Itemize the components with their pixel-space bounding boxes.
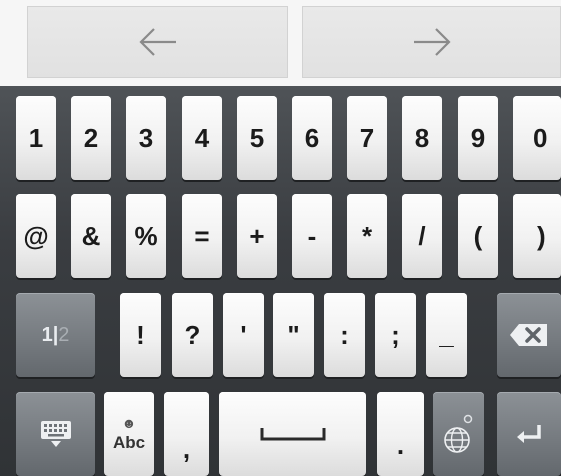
key-at[interactable]: @ [16,194,56,278]
key-period[interactable]: . [377,392,424,476]
key-apostrophe[interactable]: ' [223,293,264,377]
key-0[interactable]: 0 [513,96,561,180]
key-underscore[interactable]: _ [426,293,467,377]
keyboard-switch-button[interactable] [16,392,95,476]
abc-emoji-button[interactable]: ☻ Abc [104,392,154,476]
symbol-keyboard: 1 2 3 4 5 6 7 8 9 0 @ & % = + - * / ( ) … [0,86,561,476]
key-comma[interactable]: , [164,392,209,476]
key-question[interactable]: ? [172,293,213,377]
page-toggle-secondary: 2 [58,323,70,346]
key-quote[interactable]: " [273,293,314,377]
key-equals[interactable]: = [182,194,222,278]
space-bar[interactable] [219,392,366,476]
key-percent[interactable]: % [126,194,166,278]
key-4[interactable]: 4 [182,96,222,180]
key-semicolon[interactable]: ; [375,293,416,377]
key-9[interactable]: 9 [458,96,498,180]
key-asterisk[interactable]: * [347,194,387,278]
key-plus[interactable]: + [237,194,277,278]
delete-button[interactable] [497,293,561,377]
smiley-icon: ☻ [121,414,137,431]
key-colon[interactable]: : [324,293,365,377]
key-2[interactable]: 2 [71,96,111,180]
key-1[interactable]: 1 [16,96,56,180]
forward-button[interactable] [302,6,561,78]
language-button[interactable] [433,392,484,476]
key-ampersand[interactable]: & [71,194,111,278]
backspace-icon [510,324,547,346]
key-slash[interactable]: / [402,194,442,278]
key-8[interactable]: 8 [402,96,442,180]
back-button[interactable] [27,6,288,78]
abc-label: Abc [112,432,146,452]
key-3[interactable]: 3 [126,96,166,180]
key-open-paren[interactable]: ( [458,194,498,278]
key-exclamation[interactable]: ! [120,293,161,377]
enter-button[interactable] [497,392,561,476]
key-close-paren[interactable]: ) [513,194,561,278]
page-toggle-button[interactable]: 1|2 [16,293,95,377]
keyboard-icon [40,421,71,447]
key-5[interactable]: 5 [237,96,277,180]
arrow-right-icon [413,28,451,56]
page-toggle-primary: 1| [41,323,59,346]
key-6[interactable]: 6 [292,96,332,180]
arrow-left-icon [138,28,176,56]
key-7[interactable]: 7 [347,96,387,180]
globe-icon [443,414,472,453]
space-bar-icon [260,428,325,441]
enter-icon [517,425,541,443]
navigation-bar [0,0,561,86]
key-minus[interactable]: - [292,194,332,278]
